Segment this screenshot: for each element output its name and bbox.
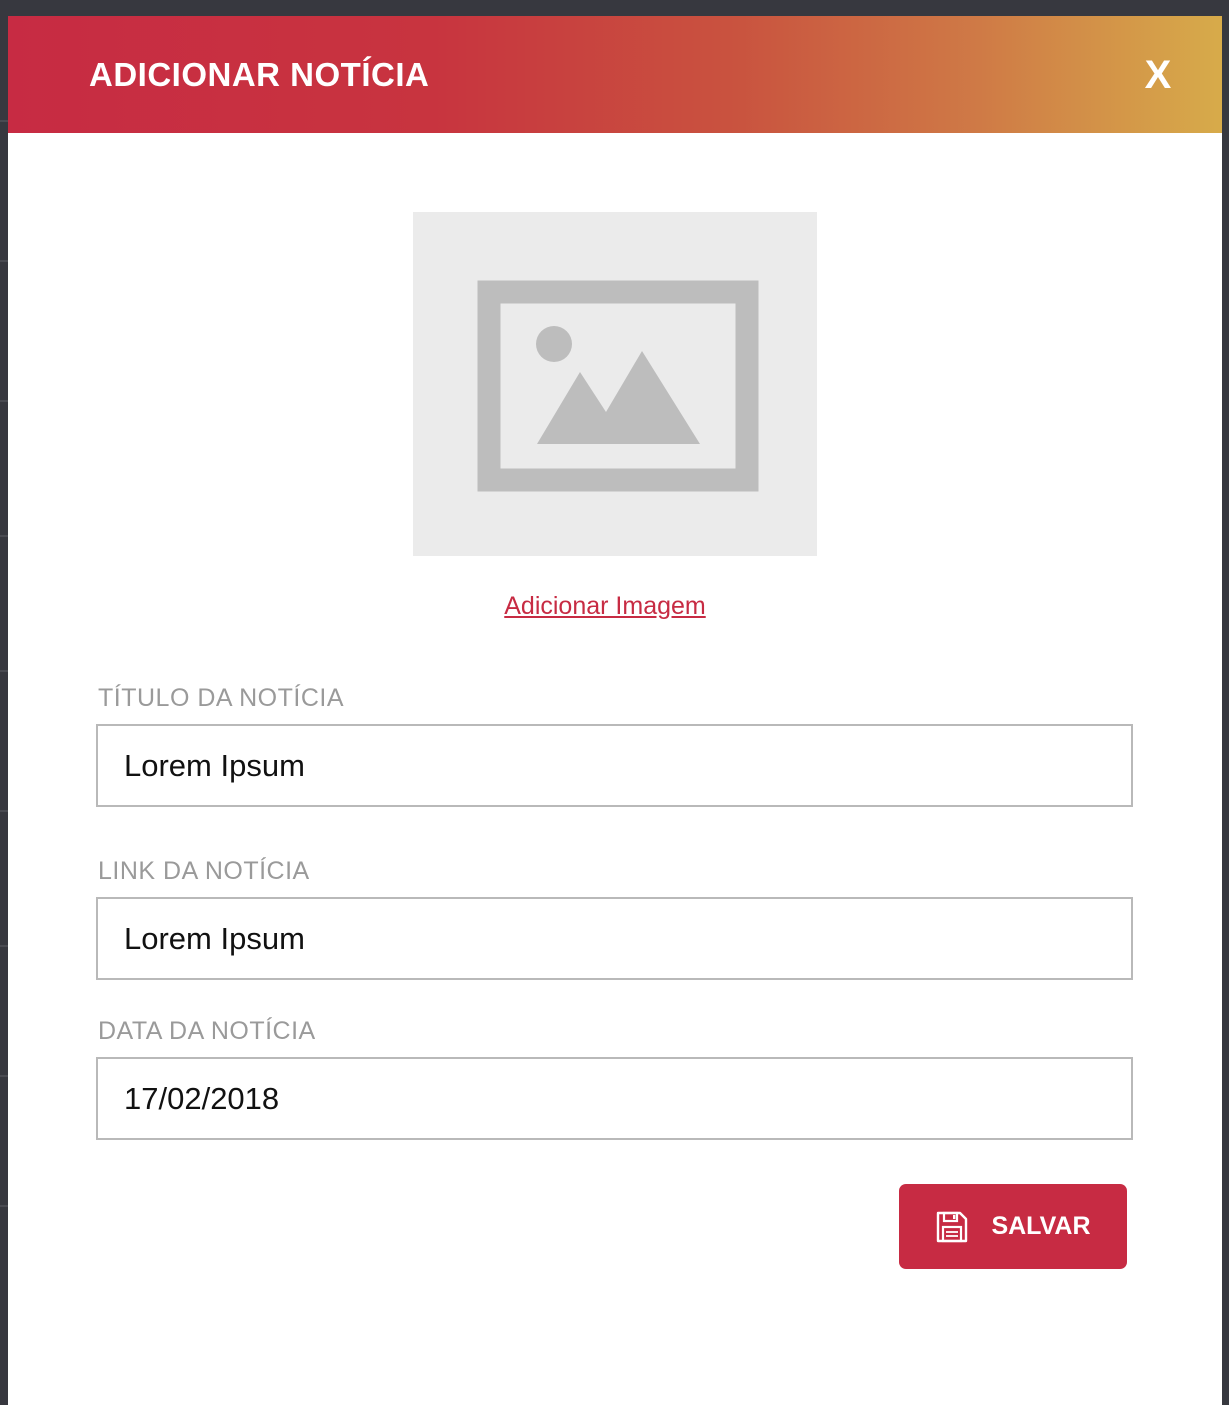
news-link-input[interactable] xyxy=(96,897,1133,980)
image-placeholder[interactable] xyxy=(413,212,817,556)
save-button[interactable]: SALVAR xyxy=(899,1184,1127,1269)
backdrop-line xyxy=(0,400,8,402)
news-link-label: LINK DA NOTÍCIA xyxy=(98,857,310,885)
news-date-label: DATA DA NOTÍCIA xyxy=(98,1017,316,1045)
news-title-label: TÍTULO DA NOTÍCIA xyxy=(98,684,345,712)
save-button-label: SALVAR xyxy=(991,1212,1091,1240)
add-image-link[interactable]: Adicionar Imagem xyxy=(8,592,1202,621)
close-button[interactable]: X xyxy=(1136,50,1180,100)
news-title-input[interactable] xyxy=(96,724,1133,807)
modal-header: ADICIONAR NOTÍCIA X xyxy=(8,16,1222,133)
modal-title: ADICIONAR NOTÍCIA xyxy=(89,56,430,93)
image-icon xyxy=(477,280,759,492)
backdrop-line xyxy=(0,260,8,262)
backdrop-line xyxy=(0,120,8,122)
backdrop-line xyxy=(0,1075,8,1077)
floppy-disk-icon xyxy=(935,1210,969,1244)
backdrop-line xyxy=(0,945,8,947)
backdrop-line xyxy=(0,1205,8,1207)
backdrop-line xyxy=(0,670,8,672)
backdrop-line xyxy=(0,535,8,537)
add-news-modal: ADICIONAR NOTÍCIA X Adicionar Imagem TÍT… xyxy=(8,16,1222,1405)
news-date-input[interactable] xyxy=(96,1057,1133,1140)
backdrop-line xyxy=(0,810,8,812)
